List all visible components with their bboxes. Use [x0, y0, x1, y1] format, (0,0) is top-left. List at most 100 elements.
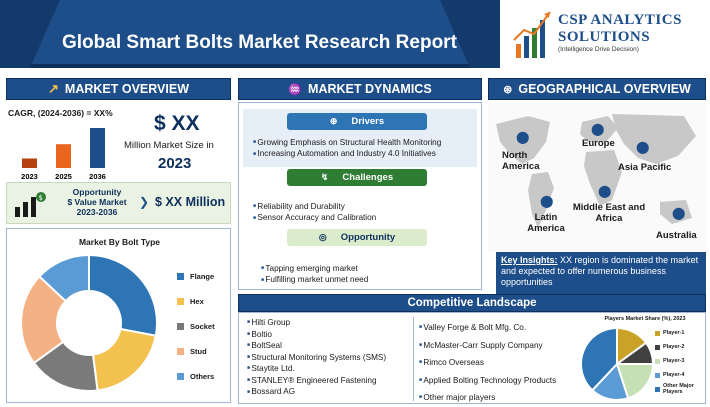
- legend-swatch: [177, 272, 184, 280]
- legend-swatch: [655, 358, 660, 364]
- share-legend-item: Other Major Players: [655, 383, 707, 395]
- drivers-label: Drivers: [351, 116, 385, 127]
- opportunity-item: Fulfilling market unmet need: [261, 274, 368, 285]
- target-icon: ◎: [318, 232, 327, 242]
- bar-label: 2025: [55, 172, 72, 181]
- market-value-year: 2023: [158, 155, 192, 172]
- key-insights-label: Key Insights:: [501, 255, 558, 265]
- slice-flange: [88, 253, 158, 337]
- competitive-heading: Competitive Landscape: [238, 294, 706, 312]
- map-pin-icon: ⬤: [636, 140, 650, 154]
- bar-label: 2023: [21, 172, 38, 181]
- player-item: Boltio: [247, 329, 415, 341]
- opportunity-pill: ◎ Opportunity: [287, 229, 427, 246]
- challenges-list: Reliability and Durability Sensor Accura…: [253, 201, 376, 224]
- magnifier-icon: ⊕: [329, 116, 338, 126]
- legend-label: Others: [190, 371, 215, 381]
- region-europe: Europe: [582, 138, 615, 149]
- player-item: Applied Bolting Technology Products: [419, 372, 579, 390]
- market-value: $ XX: [154, 112, 200, 135]
- slice-hex: [91, 327, 157, 392]
- bar-2025: [56, 144, 71, 168]
- legend-swatch: [177, 347, 184, 355]
- company-logo: CSP ANALYTICS SOLUTIONS (Intelligence Dr…: [510, 6, 705, 66]
- player-item: Other major players: [419, 389, 579, 407]
- players-list-1: Hilti Group Boltio BoltSeal Structural M…: [247, 317, 415, 398]
- opportunity-line2: $ Value Market: [67, 197, 127, 207]
- drivers-section: ⊕ Drivers Growing Emphasis on Structural…: [243, 109, 477, 167]
- player-item: Valley Forge & Bolt Mfg. Co.: [419, 319, 579, 337]
- arrow-icon: ❯: [139, 195, 150, 209]
- market-size-area: CAGR, (2024-2036) = XX% 2023 2025 2036 $ X…: [6, 100, 231, 182]
- share-legend-item: Player-1: [655, 327, 707, 339]
- map-pin-icon: ⬤: [598, 184, 612, 198]
- share-chart-title: Players Market Share (%), 2023: [604, 316, 686, 322]
- bolt-type-legend: Flange Hex Socket Stud Others: [177, 267, 215, 392]
- page-title: Global Smart Bolts Market Research Repor…: [62, 32, 457, 53]
- region-asia-pacific: Asia Pacific: [618, 162, 672, 173]
- opportunity-line3: 2023-2036: [76, 207, 118, 217]
- map-pin-icon: ⬤: [591, 122, 605, 136]
- bolt-type-chart-panel: Market By Bolt Type Flange Hex Socket Stud O…: [6, 228, 231, 403]
- bolt-type-donut: [20, 253, 158, 392]
- growth-bar-chart: 2023 2025 2036: [21, 128, 106, 181]
- market-dynamics-heading: ♒ MARKET DYNAMICS: [238, 78, 482, 100]
- player-item: Rimco Overseas: [419, 354, 579, 372]
- players-list-2: Valley Forge & Bolt Mfg. Co. McMaster-Ca…: [419, 319, 579, 407]
- legend-swatch: [655, 386, 660, 392]
- opportunity-box: $ Opportunity $ Value Market 2023-2036 ❯…: [6, 182, 231, 224]
- share-legend-item: Player-4: [655, 369, 707, 381]
- region-latin-america: Latin America: [527, 212, 565, 234]
- key-insights-box: Key Insights: XX region is dominated the…: [496, 252, 706, 294]
- chart-up-icon: ↗: [48, 81, 59, 96]
- logo-name-2: SOLUTIONS: [558, 29, 651, 45]
- trend-icon: ↯: [320, 172, 329, 182]
- player-item: Structural Monitoring Systems (SMS): [247, 352, 415, 364]
- player-item: McMaster-Carr Supply Company: [419, 337, 579, 355]
- map-pin-icon: ⬤: [516, 130, 530, 144]
- geo-title: GEOGRAPHICAL OVERVIEW: [518, 82, 691, 96]
- map-pin-icon: ⬤: [540, 194, 554, 208]
- cagr-text: CAGR, (2024-2036) = XX%: [8, 108, 113, 118]
- player-item: Bossard AG: [247, 386, 415, 398]
- market-dynamics-panel: ⊕ Drivers Growing Emphasis on Structural…: [238, 102, 482, 290]
- globe-icon: ⊛: [503, 83, 513, 96]
- share-legend-item: Player-2: [655, 341, 707, 353]
- pulse-icon: ♒: [288, 83, 303, 96]
- challenge-item: Reliability and Durability: [253, 201, 376, 212]
- region-australia: Australia: [656, 230, 697, 241]
- logo-tagline: (Intelligence Drive Decision): [558, 46, 639, 53]
- opportunity-list: Tapping emerging market Fulfilling marke…: [261, 263, 368, 286]
- legend-item: Stud: [177, 342, 215, 360]
- logo-chart-icon: [513, 11, 551, 58]
- column-divider: [413, 317, 414, 401]
- driver-item: Increasing Automation and Industry 4.0 I…: [253, 148, 441, 159]
- bar-label: 2036: [89, 172, 106, 181]
- legend-swatch: [655, 330, 660, 336]
- bar-2036: [90, 128, 105, 168]
- challenge-item: Sensor Accuracy and Calibration: [253, 212, 376, 223]
- legend-label: Other Major Players: [663, 383, 694, 395]
- player-item: Staytite Ltd.: [247, 363, 415, 375]
- opportunity-line1: Opportunity: [72, 187, 122, 197]
- legend-item: Flange: [177, 267, 215, 285]
- legend-label: Hex: [190, 296, 204, 306]
- region-north-america: North America: [502, 150, 540, 172]
- share-legend-item: Player-3: [655, 355, 707, 367]
- player-item: BoltSeal: [247, 340, 415, 352]
- map-pin-icon: ⬤: [672, 206, 686, 220]
- player-item: STANLEY® Engineered Fastening: [247, 375, 415, 387]
- legend-label: Player-3: [663, 358, 685, 364]
- legend-swatch: [177, 322, 184, 330]
- competitive-panel: Hilti Group Boltio BoltSeal Structural M…: [238, 312, 706, 404]
- bolt-type-chart-title: Market By Bolt Type: [78, 237, 161, 247]
- legend-item: Socket: [177, 317, 215, 335]
- legend-swatch: [177, 372, 184, 380]
- legend-swatch: [177, 297, 184, 305]
- market-overview-title: MARKET OVERVIEW: [64, 82, 189, 96]
- opportunity-value: $ XX Million: [155, 195, 226, 209]
- bar-2023: [22, 158, 37, 168]
- legend-item: Others: [177, 367, 215, 385]
- svg-text:$: $: [39, 194, 43, 202]
- driver-item: Growing Emphasis on Structural Health Mo…: [253, 137, 441, 148]
